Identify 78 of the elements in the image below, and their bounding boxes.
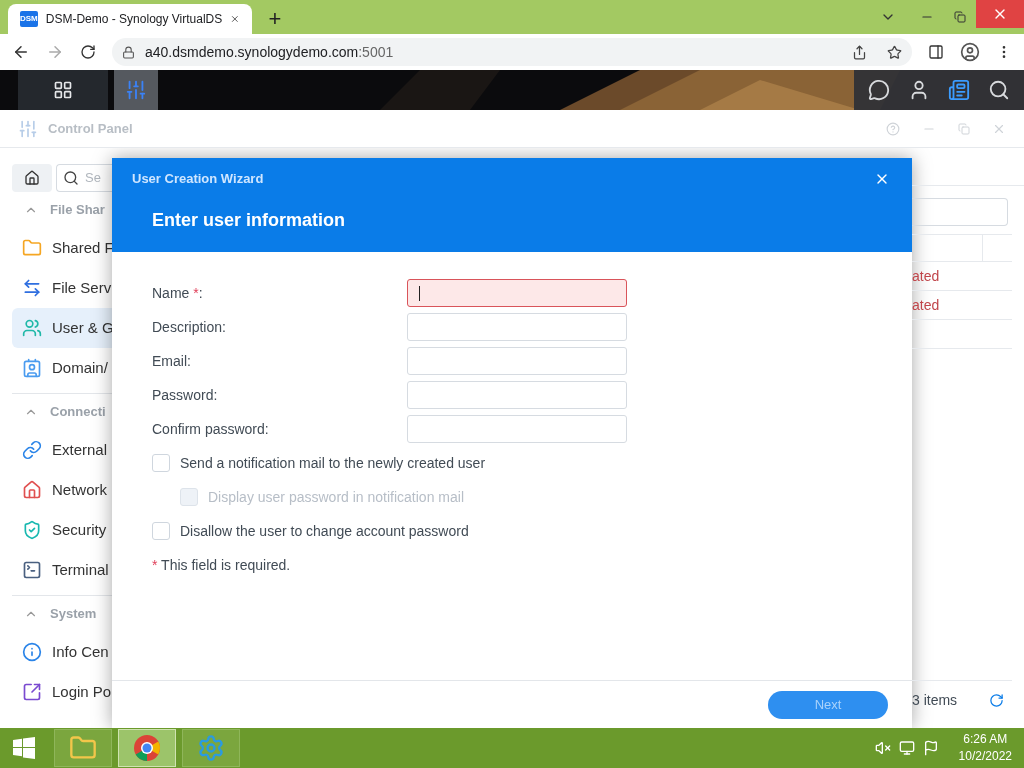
window-title: Control Panel — [48, 119, 133, 138]
status-cell-text: ated — [912, 295, 940, 315]
flag-icon[interactable] — [922, 740, 939, 756]
checkbox-label: Send a notification mail to the newly created user — [180, 453, 486, 473]
login-icon — [22, 682, 42, 702]
contact-card-icon — [22, 358, 42, 378]
tab-title: DSM-Demo - Synology VirtualDS — [45, 11, 223, 28]
browser-tab[interactable]: DSM DSM-Demo - Synology VirtualDS — [8, 4, 252, 34]
search-icon[interactable] — [988, 79, 1010, 101]
main-menu-button[interactable] — [18, 70, 108, 110]
required-note: * This field is required. — [152, 555, 291, 575]
sidebar-item[interactable]: File Serv — [12, 268, 112, 308]
field-label: Confirm password: — [152, 419, 270, 439]
sidebar-item[interactable]: External — [12, 430, 112, 470]
forward-icon[interactable] — [46, 43, 64, 61]
home-icon — [24, 170, 40, 186]
sidebar-item[interactable]: User & G — [12, 308, 112, 348]
checkbox-label: Display user password in notification mail — [208, 487, 464, 507]
clock-time: 6:26 AM — [963, 731, 1008, 748]
folder-icon — [22, 238, 42, 258]
taskbar-app[interactable] — [118, 729, 176, 767]
search-icon — [63, 170, 79, 186]
status-cell-text: ated — [912, 266, 940, 286]
profile-icon[interactable] — [960, 42, 980, 62]
item-count: 3 items — [912, 691, 958, 710]
control-panel-taskbar-button[interactable] — [114, 70, 158, 110]
folder-icon — [69, 734, 97, 762]
share-icon[interactable] — [852, 44, 867, 60]
terminal-icon — [22, 560, 42, 580]
side-panel-icon[interactable] — [928, 44, 944, 60]
muted-speaker-icon[interactable] — [874, 740, 891, 756]
users-icon — [22, 318, 42, 338]
checkbox-label: Disallow the user to change account password — [180, 521, 469, 541]
gears-icon — [197, 734, 225, 762]
sidebar-item[interactable]: Network — [12, 470, 112, 510]
url-text: a40.dsmdemo.synologydemo.com:5001 — [145, 42, 394, 62]
field-label: Description: — [152, 317, 227, 337]
back-icon[interactable] — [12, 43, 30, 61]
input-field[interactable] — [407, 279, 627, 307]
sliders-icon — [18, 118, 38, 139]
sidebar-item[interactable]: Domain/ — [12, 348, 112, 388]
clock-date: 10/2/2022 — [958, 748, 1012, 765]
grid-icon — [53, 80, 73, 100]
star-icon[interactable] — [887, 44, 902, 60]
search-placeholder: Se — [85, 169, 101, 188]
home-button[interactable] — [12, 164, 52, 192]
browser-icon — [133, 734, 161, 762]
refresh-icon[interactable] — [989, 693, 1005, 708]
info-icon — [22, 642, 42, 662]
lock-icon[interactable] — [122, 45, 135, 59]
address-field[interactable]: a40.dsmdemo.synologydemo.com:5001 — [112, 38, 912, 66]
reload-icon[interactable] — [80, 44, 96, 60]
field-label: Password: — [152, 385, 219, 405]
shield-icon — [22, 520, 42, 540]
sliders-icon — [125, 79, 147, 101]
arrows-icon — [22, 278, 42, 298]
filter-field[interactable] — [912, 198, 1008, 226]
sidebar-item[interactable]: Terminal — [12, 550, 112, 590]
dialog-title: Enter user information — [152, 208, 347, 232]
field-label: Email: — [152, 351, 192, 371]
field-label: Name *: — [152, 283, 204, 303]
link-icon — [22, 440, 42, 460]
favicon: DSM — [20, 11, 38, 27]
sidebar-item[interactable]: Security — [12, 510, 112, 550]
sidebar-item[interactable]: Login Po — [12, 672, 112, 712]
new-tab-button[interactable]: + — [260, 4, 290, 34]
sidebar-item[interactable]: Info Cen — [12, 632, 112, 672]
chat-icon[interactable] — [868, 79, 890, 101]
checkbox[interactable] — [152, 454, 170, 472]
taskbar-app[interactable] — [54, 729, 112, 767]
checkbox[interactable] — [152, 522, 170, 540]
windows-logo-icon — [13, 737, 35, 759]
dialog-header: User Creation Wizard — [132, 170, 264, 188]
widgets-icon[interactable] — [948, 79, 970, 101]
restore-icon[interactable] — [954, 11, 966, 23]
house-icon — [22, 480, 42, 500]
network-icon[interactable] — [898, 740, 915, 756]
close-window-button[interactable] — [976, 0, 1024, 28]
